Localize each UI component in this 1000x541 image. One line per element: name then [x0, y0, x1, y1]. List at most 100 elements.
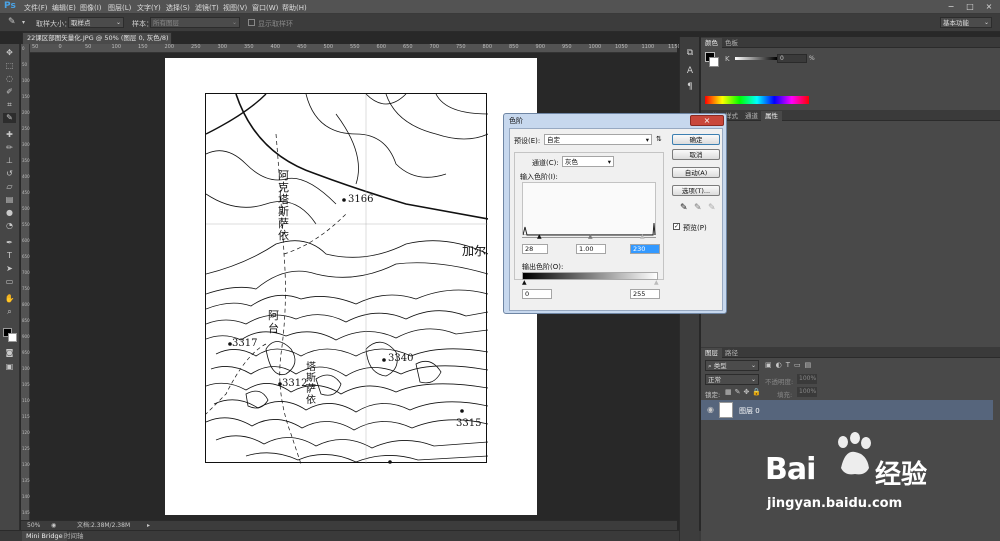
- quick-select-tool-icon[interactable]: ✐: [3, 87, 16, 97]
- status-bar: 50% ◉ 文档:2.38M/2.38M ▸: [21, 520, 677, 530]
- workspace-select[interactable]: 基本功能 ⌄: [940, 17, 992, 28]
- character-panel-icon[interactable]: A: [684, 65, 696, 77]
- zoom-tool-icon[interactable]: ⌕: [3, 307, 16, 317]
- preview-checkbox[interactable]: ✓: [673, 223, 680, 230]
- quick-mask-icon[interactable]: ◙: [3, 348, 16, 358]
- background-color-chip[interactable]: [709, 57, 719, 67]
- tab-paths[interactable]: 路径: [721, 348, 742, 358]
- auto-button[interactable]: 自动(A): [672, 167, 720, 178]
- output-white-slider-icon[interactable]: ▲: [654, 279, 659, 286]
- input-black-slider-icon[interactable]: ▲: [537, 233, 542, 240]
- menu-view[interactable]: 视图(V): [223, 3, 247, 13]
- sample-size-select[interactable]: 取样点 ⌄: [68, 17, 124, 28]
- visibility-eye-icon[interactable]: ◉: [707, 405, 714, 414]
- menu-edit[interactable]: 编辑(E): [52, 3, 76, 13]
- gradient-tool-icon[interactable]: ▤: [3, 195, 16, 205]
- menu-file[interactable]: 文件(F): [24, 3, 48, 13]
- marquee-tool-icon[interactable]: ⬚: [3, 61, 16, 71]
- output-black-slider-icon[interactable]: ▲: [522, 279, 527, 286]
- map-label-peak-3315: 3315: [456, 418, 482, 429]
- menu-window[interactable]: 窗口(W): [252, 3, 278, 13]
- fill-field[interactable]: 100%: [797, 387, 817, 397]
- crop-tool-icon[interactable]: ⌗: [3, 100, 16, 110]
- blend-mode-select[interactable]: 正常 ⌄: [705, 374, 759, 385]
- blur-tool-icon[interactable]: ●: [3, 208, 16, 218]
- input-white-slider-icon[interactable]: ▲: [640, 233, 645, 240]
- k-slider[interactable]: [735, 57, 777, 60]
- zoom-level[interactable]: 50%: [27, 521, 40, 530]
- screen-mode-icon[interactable]: ▣: [3, 362, 16, 372]
- menu-filter[interactable]: 滤镜(T): [195, 3, 219, 13]
- healing-brush-tool-icon[interactable]: ✚: [3, 130, 16, 140]
- dialog-close-button[interactable]: ×: [690, 115, 724, 126]
- eyedropper-tool-icon[interactable]: ✎: [8, 17, 16, 27]
- ok-button[interactable]: 确定: [672, 134, 720, 145]
- tab-layers[interactable]: 图层: [701, 348, 722, 358]
- hand-tool-icon[interactable]: ✋: [3, 294, 16, 304]
- pen-tool-icon[interactable]: ✒: [3, 238, 16, 248]
- type-tool-icon[interactable]: T: [3, 251, 16, 261]
- cancel-button[interactable]: 取消: [672, 149, 720, 160]
- shape-tool-icon[interactable]: ▭: [3, 277, 16, 287]
- minimize-icon[interactable]: −: [946, 2, 956, 11]
- input-black-field[interactable]: 28: [522, 244, 548, 254]
- input-white-field[interactable]: 230: [630, 244, 660, 254]
- show-ring-checkbox[interactable]: [248, 19, 255, 26]
- ruler-v-tick: 850: [22, 318, 30, 323]
- tab-color[interactable]: 颜色: [701, 38, 722, 48]
- tool-preset-caret-icon[interactable]: ▾: [22, 19, 25, 26]
- menu-image[interactable]: 图像(I): [80, 3, 102, 13]
- brush-tool-icon[interactable]: ✏: [3, 143, 16, 153]
- tab-properties[interactable]: 属性: [761, 111, 782, 121]
- ruler-v-tick: 600: [22, 238, 30, 243]
- opacity-field[interactable]: 100%: [797, 374, 817, 384]
- menu-select[interactable]: 选择(S): [166, 3, 190, 13]
- tab-swatches[interactable]: 色板: [721, 38, 742, 48]
- options-button[interactable]: 选项(T)...: [672, 185, 720, 196]
- preset-select[interactable]: 自定 ▾: [544, 134, 652, 145]
- eraser-tool-icon[interactable]: ▱: [3, 182, 16, 192]
- lock-icons[interactable]: ▦✎✥🔒: [725, 388, 764, 396]
- maximize-icon[interactable]: □: [965, 2, 975, 11]
- status-icon[interactable]: ◉: [51, 521, 56, 530]
- preset-label: 预设(E):: [514, 137, 541, 145]
- input-gamma-field[interactable]: 1.00: [576, 244, 606, 254]
- dodge-tool-icon[interactable]: ◔: [3, 221, 16, 231]
- input-gamma-slider-icon[interactable]: ▲: [588, 233, 593, 240]
- layer-kind-filter[interactable]: ⌕ 类型 ⌄: [705, 360, 759, 371]
- path-select-tool-icon[interactable]: ➤: [3, 264, 16, 274]
- white-eyedropper-icon[interactable]: ✎: [708, 203, 716, 213]
- output-levels-label: 输出色阶(O):: [522, 263, 564, 271]
- history-brush-tool-icon[interactable]: ↺: [3, 169, 16, 179]
- eyedropper-tool-icon[interactable]: ✎: [3, 113, 16, 123]
- paragraph-panel-icon[interactable]: ¶: [684, 81, 696, 93]
- move-tool-icon[interactable]: ✥: [3, 48, 16, 58]
- sample-select[interactable]: 所有图层 ⌄: [150, 17, 240, 28]
- menu-help[interactable]: 帮助(H): [282, 3, 307, 13]
- layer-name[interactable]: 图层 0: [739, 406, 760, 416]
- tab-timeline[interactable]: 时间轴: [60, 531, 88, 541]
- output-black-field[interactable]: 0: [522, 289, 552, 299]
- gray-eyedropper-icon[interactable]: ✎: [694, 203, 702, 213]
- black-eyedropper-icon[interactable]: ✎: [680, 203, 688, 213]
- output-white-field[interactable]: 255: [630, 289, 660, 299]
- history-panel-icon[interactable]: ⧉: [684, 47, 696, 59]
- lasso-tool-icon[interactable]: ◌: [3, 74, 16, 84]
- ruler-h-tick: 100: [111, 44, 122, 50]
- tools-panel: ✥ ⬚ ◌ ✐ ⌗ ✎ ✚ ✏ ⊥ ↺ ▱ ▤ ● ◔ ✒ T ➤ ▭ ✋ ⌕ …: [0, 44, 20, 541]
- menu-layer[interactable]: 图层(L): [108, 3, 131, 13]
- clone-stamp-tool-icon[interactable]: ⊥: [3, 156, 16, 166]
- color-spectrum[interactable]: [705, 96, 809, 104]
- close-window-icon[interactable]: ×: [984, 2, 994, 11]
- channel-select[interactable]: 灰色 ▾: [562, 156, 614, 167]
- k-value-field[interactable]: 0: [777, 54, 807, 63]
- menu-type[interactable]: 文字(Y): [137, 3, 161, 13]
- background-color-swatch[interactable]: [8, 333, 17, 342]
- status-menu-caret-icon[interactable]: ▸: [147, 521, 150, 530]
- tab-channels[interactable]: 通道: [741, 111, 762, 121]
- layer-filter-icons[interactable]: ▣◐T▭▤: [765, 361, 815, 369]
- document-tab[interactable]: 22课区部图矢量化.JPG @ 50% (图层 0, 灰色/8) *×: [22, 32, 172, 53]
- layer-row[interactable]: ◉ 图层 0: [701, 400, 993, 420]
- map-label-peak-3166: 3166: [348, 194, 374, 205]
- preset-options-icon[interactable]: ⇅: [656, 135, 662, 143]
